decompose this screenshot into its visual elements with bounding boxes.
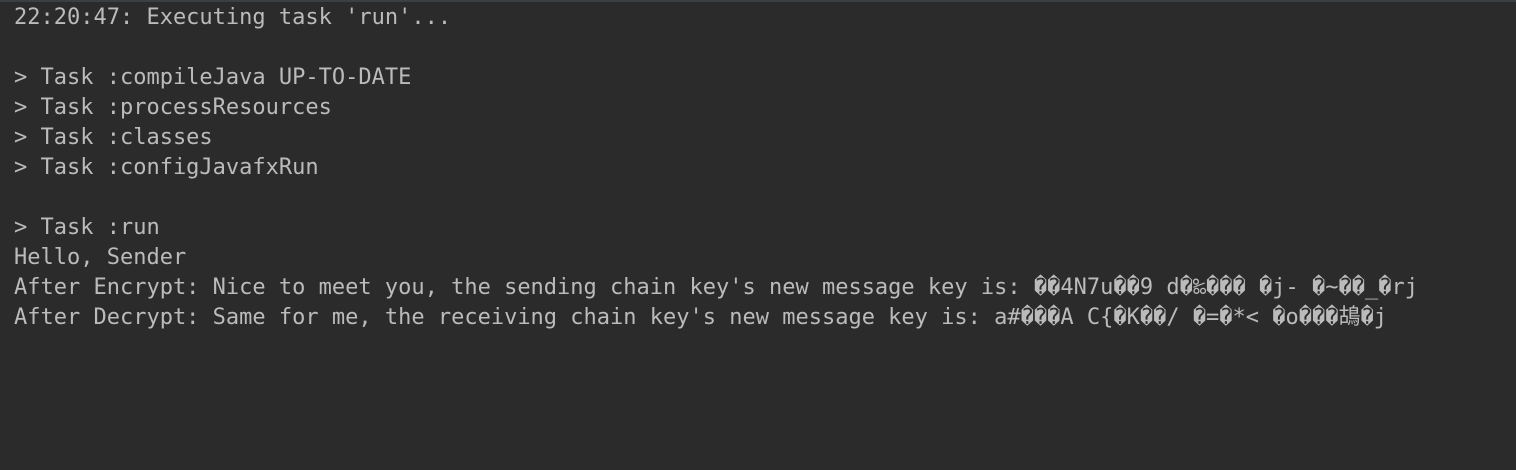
console-line-classes: > Task :classes (14, 125, 213, 150)
console-line-hello-sender: Hello, Sender (14, 245, 187, 270)
console-line-task-run: > Task :run (14, 215, 160, 240)
console-line-after-encrypt: After Encrypt: Nice to meet you, the sen… (14, 275, 1418, 300)
console-line-process-resources: > Task :processResources (14, 95, 332, 120)
console-header-line: 22:20:47: Executing task 'run'... (14, 5, 452, 30)
run-console-output[interactable]: 22:20:47: Executing task 'run'... > Task… (0, 0, 1516, 470)
console-line-config-javafx-run: > Task :configJavafxRun (14, 155, 319, 180)
console-line-compile-java: > Task :compileJava UP-TO-DATE (14, 65, 412, 90)
console-line-after-decrypt: After Decrypt: Same for me, the receivin… (14, 305, 1388, 330)
console-top-border (0, 0, 1516, 2)
